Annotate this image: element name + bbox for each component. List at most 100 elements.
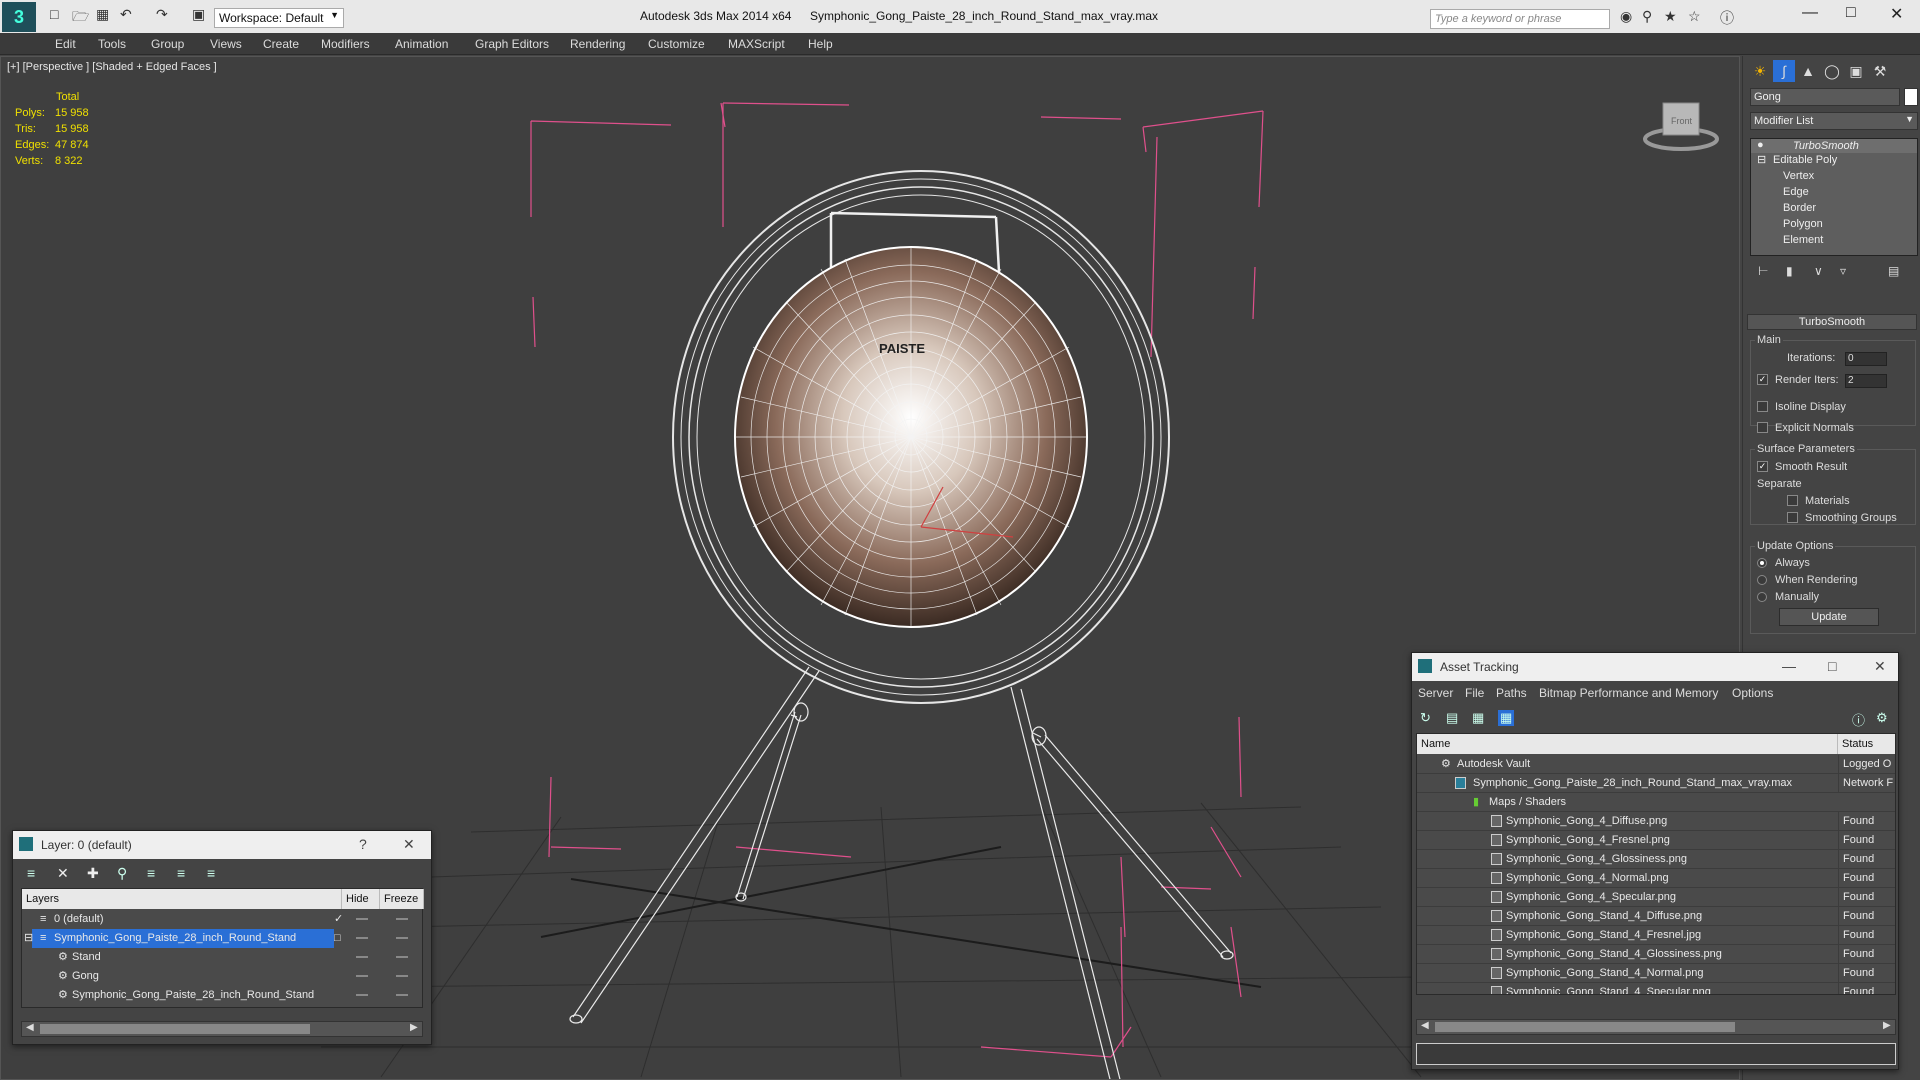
- hide-toggle[interactable]: [356, 956, 368, 958]
- stack-item-edge[interactable]: Edge: [1783, 186, 1809, 198]
- menu-group[interactable]: Group: [151, 37, 184, 51]
- new-file-icon[interactable]: □: [50, 6, 58, 22]
- refresh-icon[interactable]: ↻: [1420, 710, 1431, 726]
- stack-item-vertex[interactable]: Vertex: [1783, 170, 1814, 182]
- layer-row[interactable]: ⚙ Symphonic_Gong_Paiste_28_inch_Round_St…: [22, 986, 424, 1005]
- update-button[interactable]: Update: [1779, 608, 1879, 626]
- layer-dialog-header[interactable]: Layer: 0 (default) ? ✕: [13, 831, 431, 859]
- menu-customize[interactable]: Customize: [648, 37, 705, 51]
- asset-row[interactable]: Symphonic_Gong_Paiste_28_inch_Round_Stan…: [1417, 774, 1895, 793]
- binoculars-icon[interactable]: ◉: [1620, 8, 1632, 25]
- freeze-toggle[interactable]: [396, 956, 408, 958]
- select-layer-icon[interactable]: ≡: [147, 865, 155, 881]
- create-layer-icon[interactable]: ≡: [27, 865, 35, 881]
- hide-column-header[interactable]: Hide: [342, 889, 380, 909]
- object-name-field[interactable]: Gong: [1750, 88, 1900, 106]
- set-current-layer-icon[interactable]: ≡: [177, 865, 185, 881]
- when-rendering-radio[interactable]: [1757, 575, 1767, 585]
- show-end-result-icon[interactable]: ▮: [1786, 264, 1793, 278]
- current-layer-check-icon[interactable]: ✓: [334, 910, 343, 929]
- manually-radio[interactable]: [1757, 592, 1767, 602]
- stack-item-element[interactable]: Element: [1783, 234, 1823, 246]
- maximize-icon[interactable]: □: [1846, 4, 1856, 22]
- asset-row[interactable]: Symphonic_Gong_4_Normal.png Found: [1417, 869, 1895, 888]
- project-folder-icon[interactable]: ▣: [192, 6, 205, 23]
- menu-views[interactable]: Views: [210, 37, 242, 51]
- asset-menu-bitmap-performance[interactable]: Bitmap Performance and Memory: [1539, 686, 1718, 700]
- menu-animation[interactable]: Animation: [395, 37, 448, 51]
- layer-row[interactable]: ≡ 0 (default) ✓: [22, 910, 424, 929]
- materials-checkbox[interactable]: [1787, 495, 1798, 506]
- menu-edit[interactable]: Edit: [55, 37, 76, 51]
- open-file-icon[interactable]: 🗁: [72, 6, 89, 30]
- key-icon[interactable]: ⚲: [1642, 8, 1652, 25]
- layer-close-icon[interactable]: ✕: [403, 836, 415, 853]
- always-radio[interactable]: [1757, 558, 1767, 568]
- isoline-display-checkbox[interactable]: [1757, 401, 1768, 412]
- asset-close-icon[interactable]: ✕: [1874, 658, 1886, 675]
- remove-modifier-icon[interactable]: ▿: [1840, 264, 1846, 278]
- freeze-toggle[interactable]: [396, 918, 408, 920]
- viewcube[interactable]: Front: [1641, 93, 1721, 156]
- pin-stack-icon[interactable]: ⊢: [1758, 264, 1768, 278]
- smoothing-groups-checkbox[interactable]: [1787, 512, 1798, 523]
- search-input[interactable]: Type a keyword or phrase: [1430, 9, 1610, 29]
- asset-dialog-header[interactable]: Asset Tracking — □ ✕: [1412, 653, 1898, 681]
- layers-column-header[interactable]: Layers: [22, 889, 342, 909]
- asset-row[interactable]: ▮ Maps / Shaders: [1417, 793, 1895, 812]
- asset-row[interactable]: Symphonic_Gong_Stand_4_Glossiness.png Fou…: [1417, 945, 1895, 964]
- add-to-layer-icon[interactable]: ✚: [87, 865, 99, 882]
- render-iters-spinner[interactable]: 2: [1845, 374, 1887, 388]
- asset-menu-options[interactable]: Options: [1732, 686, 1773, 700]
- freeze-column-header[interactable]: Freeze: [380, 889, 424, 909]
- delete-layer-icon[interactable]: ✕: [57, 865, 69, 882]
- stack-item-border[interactable]: Border: [1783, 202, 1816, 214]
- make-unique-icon[interactable]: ∨: [1814, 264, 1823, 278]
- freeze-toggle[interactable]: [396, 937, 408, 939]
- menu-maxscript[interactable]: MAXScript: [728, 37, 785, 51]
- menu-help[interactable]: Help: [808, 37, 833, 51]
- asset-menu-file[interactable]: File: [1465, 686, 1484, 700]
- asset-row[interactable]: Symphonic_Gong_4_Diffuse.png Found: [1417, 812, 1895, 831]
- asset-row[interactable]: Symphonic_Gong_4_Fresnel.png Found: [1417, 831, 1895, 850]
- scroll-right-icon[interactable]: ▶: [410, 1022, 418, 1033]
- asset-row[interactable]: ⚙ Autodesk Vault Logged O: [1417, 755, 1895, 774]
- asset-menu-paths[interactable]: Paths: [1496, 686, 1527, 700]
- hide-all-layers-icon[interactable]: ≡: [207, 865, 215, 881]
- motion-tab-icon[interactable]: ◯: [1821, 60, 1843, 82]
- asset-maximize-icon[interactable]: □: [1828, 658, 1836, 674]
- status-column-header[interactable]: Status: [1838, 734, 1895, 754]
- smooth-result-checkbox[interactable]: ✓: [1757, 461, 1768, 472]
- hide-toggle[interactable]: [356, 918, 368, 920]
- menu-tools[interactable]: Tools: [98, 37, 126, 51]
- save-file-icon[interactable]: ▦: [96, 6, 109, 23]
- asset-row[interactable]: Symphonic_Gong_4_Specular.png Found: [1417, 888, 1895, 907]
- close-icon[interactable]: ✕: [1890, 4, 1903, 24]
- hierarchy-tab-icon[interactable]: ▲: [1797, 60, 1819, 82]
- favorites-icon[interactable]: ☆: [1688, 8, 1701, 25]
- set-current-box-icon[interactable]: □: [334, 929, 341, 948]
- help-icon[interactable]: ⓘ: [1852, 710, 1865, 729]
- minimize-icon[interactable]: —: [1802, 4, 1818, 22]
- layer-row[interactable]: ⚙ Stand: [22, 948, 424, 967]
- redo-icon[interactable]: ↷: [156, 6, 168, 23]
- expand-minus-icon[interactable]: ⊟: [1757, 153, 1766, 166]
- app-logo[interactable]: 3: [2, 2, 36, 32]
- stack-item-editable-poly[interactable]: Editable Poly: [1773, 154, 1837, 166]
- turbosmooth-rollout-header[interactable]: TurboSmooth: [1747, 314, 1917, 330]
- hide-toggle[interactable]: [356, 937, 368, 939]
- community-icon[interactable]: ★: [1664, 8, 1677, 25]
- asset-row[interactable]: Symphonic_Gong_Stand_4_Normal.png Found: [1417, 964, 1895, 983]
- scrollbar-thumb[interactable]: [1435, 1022, 1735, 1032]
- select-objects-icon[interactable]: ⚲: [117, 865, 127, 882]
- thumbnail-view-icon[interactable]: ▦: [1472, 710, 1484, 726]
- create-tab-icon[interactable]: ☀: [1749, 60, 1771, 82]
- lightbulb-icon[interactable]: ●: [1757, 139, 1764, 151]
- menu-modifiers[interactable]: Modifiers: [321, 37, 370, 51]
- asset-row[interactable]: Symphonic_Gong_Stand_4_Specular.png Found: [1417, 983, 1895, 994]
- menu-rendering[interactable]: Rendering: [570, 37, 625, 51]
- help-icon[interactable]: ⓘ: [1720, 8, 1734, 28]
- freeze-toggle[interactable]: [396, 975, 408, 977]
- menu-graph-editors[interactable]: Graph Editors: [475, 37, 549, 51]
- utilities-tab-icon[interactable]: ⚒: [1869, 60, 1891, 82]
